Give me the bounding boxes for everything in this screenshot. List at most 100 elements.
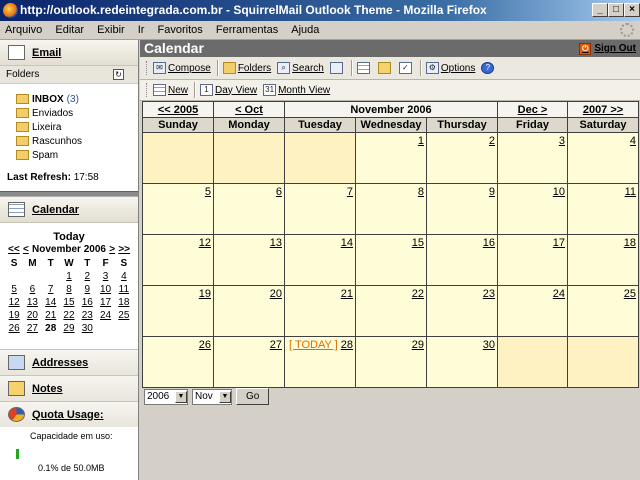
mini-day-link[interactable]: 14 (42, 296, 60, 309)
day-number-link[interactable]: 21 (341, 288, 353, 300)
day-number-link[interactable]: 25 (624, 288, 636, 300)
mini-day-link[interactable]: 13 (23, 296, 41, 309)
day-number-link[interactable]: 23 (483, 288, 495, 300)
mini-day-link[interactable]: 20 (23, 309, 41, 322)
folder-name[interactable]: Spam (32, 150, 58, 161)
search-button[interactable]: ⌕ Search (277, 62, 324, 74)
mini-day-link[interactable]: 26 (5, 322, 23, 335)
day-cell[interactable]: 23 (425, 285, 499, 337)
mini-day-link[interactable]: 23 (78, 309, 96, 322)
menu-ir[interactable]: Ir (133, 21, 150, 40)
day-cell[interactable]: 11 (567, 183, 640, 235)
mini-next-month[interactable]: > (109, 244, 115, 257)
day-cell[interactable]: 7 (284, 183, 356, 235)
mini-day-link[interactable]: 25 (115, 309, 133, 322)
day-cell[interactable]: 13 (213, 234, 285, 286)
day-number-link[interactable]: 24 (553, 288, 565, 300)
day-cell[interactable]: 16 (425, 234, 499, 286)
folder-name[interactable]: Lixeira (32, 122, 61, 133)
day-cell[interactable]: 1 (355, 132, 427, 184)
menu-editar[interactable]: Editar (50, 21, 89, 40)
help-button[interactable]: ? (481, 62, 496, 74)
day-number-link[interactable]: 18 (624, 237, 636, 249)
maximize-icon[interactable]: □ (608, 3, 624, 17)
mini-next-year[interactable]: >> (118, 244, 130, 257)
go-button[interactable]: Go (236, 388, 270, 405)
day-cell[interactable]: 24 (497, 285, 569, 337)
day-number-link[interactable]: 8 (418, 186, 424, 198)
mini-prev-month[interactable]: < (23, 244, 29, 257)
email-section[interactable]: Email (0, 40, 138, 66)
day-cell[interactable]: 17 (497, 234, 569, 286)
day-cell[interactable]: 6 (213, 183, 285, 235)
day-view-button[interactable]: 1 Day View (200, 84, 257, 96)
mini-day-link[interactable]: 27 (23, 322, 41, 335)
day-number-link[interactable]: 26 (199, 339, 211, 351)
day-number-link[interactable]: 4 (630, 135, 636, 147)
email-link[interactable]: Email (32, 47, 61, 59)
mini-day-link[interactable]: 3 (96, 270, 114, 283)
day-cell[interactable]: 21 (284, 285, 356, 337)
day-number-link[interactable]: 9 (489, 186, 495, 198)
mini-day-link[interactable]: 16 (78, 296, 96, 309)
day-cell[interactable]: 9 (425, 183, 499, 235)
chevron-down-icon[interactable]: ▼ (175, 390, 187, 403)
menu-arquivo[interactable]: Arquivo (0, 21, 47, 40)
minimize-icon[interactable]: _ (592, 3, 608, 17)
day-number-link[interactable]: 15 (412, 237, 424, 249)
sign-out-label[interactable]: Sign Out (594, 40, 636, 57)
notes-section[interactable]: Notes (0, 375, 138, 401)
day-number-link[interactable]: 19 (199, 288, 211, 300)
day-cell[interactable]: 20 (213, 285, 285, 337)
day-number-link[interactable]: 6 (276, 186, 282, 198)
mini-day-link[interactable]: 1 (60, 270, 78, 283)
pane-splitter[interactable] (0, 187, 138, 197)
day-number-link[interactable]: 14 (341, 237, 353, 249)
mini-day-link[interactable]: 7 (42, 283, 60, 296)
day-cell[interactable]: 8 (355, 183, 427, 235)
mini-prev-year[interactable]: << (8, 244, 20, 257)
menu-exibir[interactable]: Exibir (92, 21, 130, 40)
refresh-folders-icon[interactable]: ↻ (113, 69, 124, 80)
mini-day-link[interactable]: 24 (96, 309, 114, 322)
addresses-link[interactable]: Addresses (32, 357, 88, 369)
mini-day-link[interactable]: 2 (78, 270, 96, 283)
mini-day-link[interactable]: 30 (78, 322, 96, 335)
day-number-link[interactable]: 11 (625, 186, 636, 198)
mini-day-link[interactable]: 19 (5, 309, 23, 322)
day-number-link[interactable]: 30 (483, 339, 495, 351)
mini-day-link[interactable]: 11 (115, 283, 133, 296)
mini-day-link[interactable]: 4 (115, 270, 133, 283)
mini-day-link[interactable]: 12 (5, 296, 23, 309)
day-cell[interactable]: 5 (142, 183, 214, 235)
menu-favoritos[interactable]: Favoritos (153, 21, 208, 40)
day-cell[interactable]: 22 (355, 285, 427, 337)
day-number-link[interactable]: 17 (553, 237, 565, 249)
day-number-link[interactable]: 10 (553, 186, 565, 198)
notes-link[interactable]: Notes (32, 383, 63, 395)
calendar-link[interactable]: Calendar (32, 204, 79, 216)
tasks-button[interactable]: ✓ (398, 62, 414, 74)
options-label[interactable]: Options (441, 63, 475, 74)
compose-button[interactable]: ✉ Compose (153, 62, 211, 74)
calendar-button[interactable] (356, 62, 372, 74)
compose-label[interactable]: Compose (168, 63, 211, 74)
folder-name[interactable]: Enviados (32, 108, 73, 119)
folder-rascunhos[interactable]: Rascunhos (16, 134, 138, 148)
mini-day-link[interactable]: 29 (60, 322, 78, 335)
mini-day-link[interactable]: 28 (42, 322, 60, 335)
notes-button[interactable] (377, 62, 393, 74)
mini-day-link[interactable]: 18 (115, 296, 133, 309)
folder-enviados[interactable]: Enviados (16, 106, 138, 120)
mini-day-link[interactable]: 9 (78, 283, 96, 296)
month-select[interactable]: Nov ▼ (192, 388, 232, 405)
folder-lixeira[interactable]: Lixeira (16, 120, 138, 134)
day-number-link[interactable]: 28 (341, 339, 353, 351)
address-book-button[interactable] (329, 62, 345, 74)
day-number-link[interactable]: 3 (559, 135, 565, 147)
day-view-label[interactable]: Day View (215, 85, 257, 96)
options-button[interactable]: ⚙ Options (425, 62, 475, 74)
day-cell[interactable]: 10 (497, 183, 569, 235)
mini-day-link[interactable]: 10 (96, 283, 114, 296)
mini-today-link[interactable]: Today (4, 231, 134, 244)
